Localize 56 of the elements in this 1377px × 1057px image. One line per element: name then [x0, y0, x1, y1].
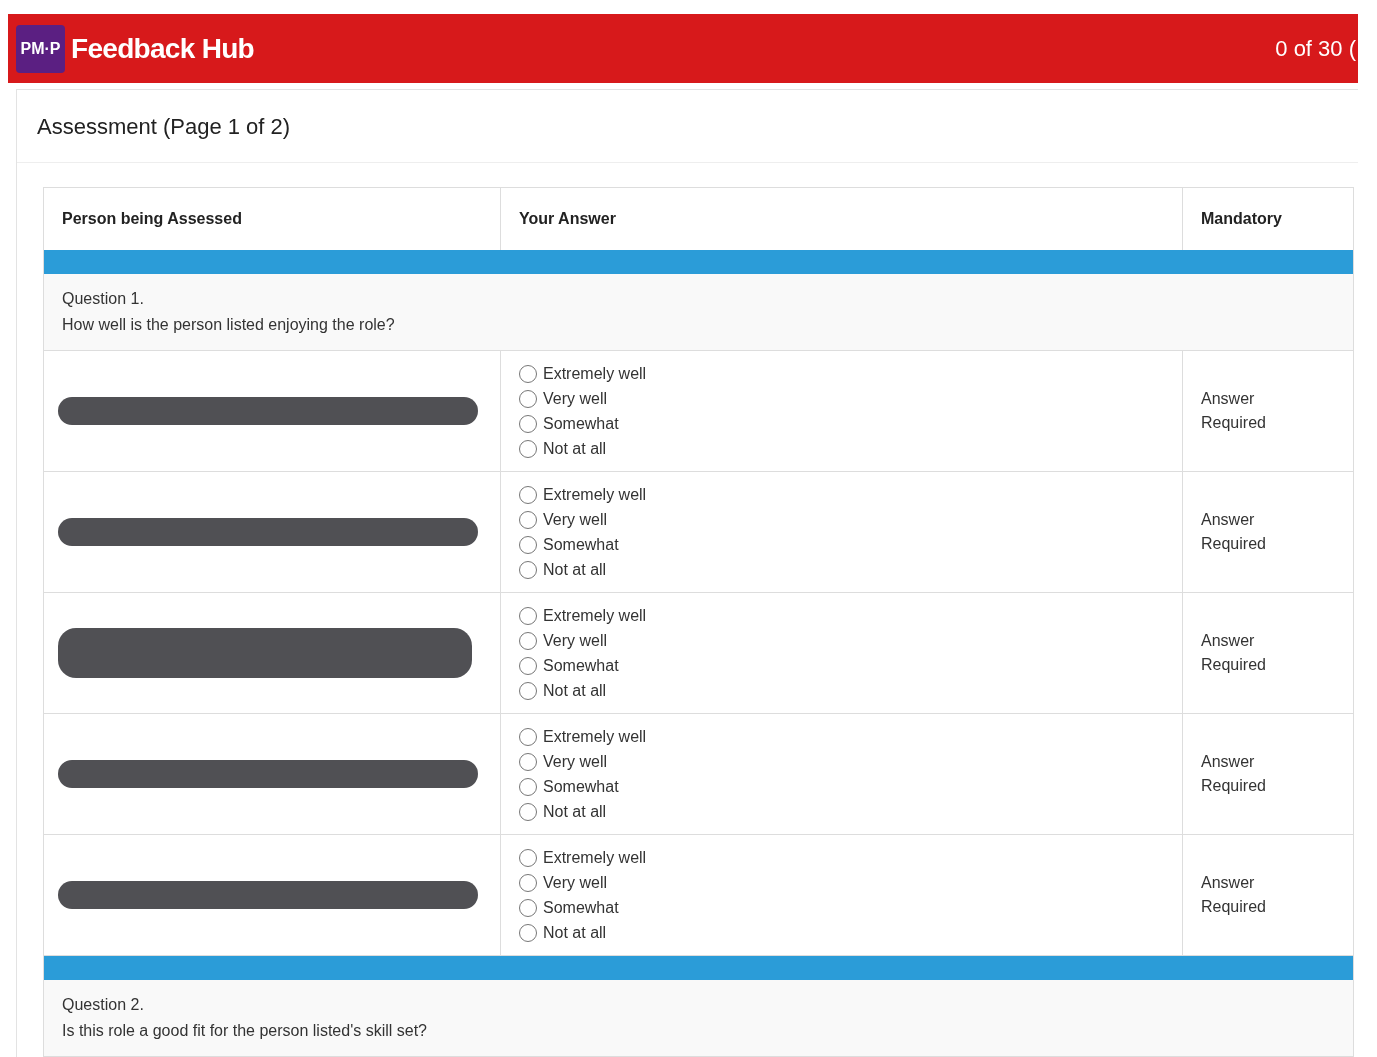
radio-option[interactable]: Very well [519, 507, 608, 532]
radio-button[interactable] [519, 656, 537, 675]
question-number: Question 2. [62, 995, 145, 1015]
radio-option[interactable]: Very well [519, 386, 608, 411]
mandatory-status: Answer Required [1201, 752, 1267, 796]
radio-button[interactable] [519, 898, 537, 917]
page-title: Assessment (Page 1 of 2) [37, 112, 291, 141]
question-text: How well is the person listed enjoying the role? [62, 315, 396, 335]
mandatory-status: Answer Required [1201, 631, 1267, 675]
radio-button[interactable] [519, 802, 537, 821]
radio-option[interactable]: Not at all [519, 799, 607, 824]
question-text: Is this role a good fit for the person listed's skill set? [62, 1021, 428, 1041]
radio-option[interactable]: Somewhat [519, 532, 619, 557]
column-header: Person being Assessed [62, 209, 242, 229]
radio-option[interactable]: Extremely well [519, 361, 647, 386]
radio-option[interactable]: Somewhat [519, 895, 619, 920]
radio-option[interactable]: Extremely well [519, 482, 647, 507]
radio-button[interactable] [519, 364, 537, 383]
radio-option[interactable]: Not at all [519, 436, 607, 461]
mandatory-status: Answer Required [1201, 389, 1267, 433]
radio-option[interactable]: Somewhat [519, 411, 619, 436]
radio-button[interactable] [519, 606, 537, 625]
radio-option[interactable]: Somewhat [519, 774, 619, 799]
radio-option[interactable]: Extremely well [519, 845, 647, 870]
radio-button[interactable] [519, 848, 537, 867]
progress-count: 0 of 30 ( [1275, 35, 1357, 63]
radio-button[interactable] [519, 777, 537, 796]
radio-option[interactable]: Extremely well [519, 724, 647, 749]
radio-option[interactable]: Not at all [519, 920, 607, 945]
question-number: Question 1. [62, 289, 145, 309]
radio-option[interactable]: Very well [519, 628, 608, 653]
radio-button[interactable] [519, 727, 537, 746]
radio-button[interactable] [519, 485, 537, 504]
radio-option[interactable]: Not at all [519, 557, 607, 582]
radio-button[interactable] [519, 752, 537, 771]
radio-button[interactable] [519, 873, 537, 892]
radio-button[interactable] [519, 389, 537, 408]
radio-button[interactable] [519, 560, 537, 579]
radio-button[interactable] [519, 631, 537, 650]
radio-button[interactable] [519, 510, 537, 529]
radio-option[interactable]: Somewhat [519, 653, 619, 678]
mandatory-status: Answer Required [1201, 510, 1267, 554]
column-header: Mandatory [1201, 209, 1282, 229]
radio-button[interactable] [519, 439, 537, 458]
radio-option[interactable]: Very well [519, 870, 608, 895]
radio-button[interactable] [519, 535, 537, 554]
column-header: Your Answer [519, 209, 616, 229]
radio-option[interactable]: Very well [519, 749, 608, 774]
radio-button[interactable] [519, 681, 537, 700]
radio-option[interactable]: Extremely well [519, 603, 647, 628]
radio-option[interactable]: Not at all [519, 678, 607, 703]
app-title: Feedback Hub [71, 31, 254, 66]
logo: PM·P [16, 24, 65, 73]
mandatory-status: Answer Required [1201, 873, 1267, 917]
radio-button[interactable] [519, 414, 537, 433]
radio-button[interactable] [519, 923, 537, 942]
